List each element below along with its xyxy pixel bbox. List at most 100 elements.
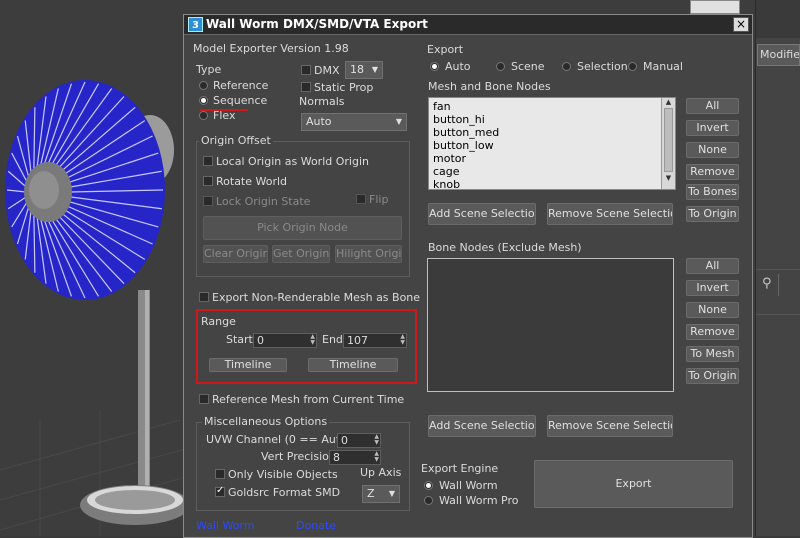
local-origin-label: Local Origin as World Origin bbox=[216, 155, 369, 168]
reference-mesh-checkbox[interactable] bbox=[199, 394, 209, 404]
lock-origin-checkbox[interactable] bbox=[203, 196, 213, 206]
bone-invert-button[interactable]: Invert bbox=[686, 280, 739, 296]
chevron-down-icon: ▼ bbox=[395, 117, 402, 126]
version-label: Model Exporter Version 1.98 bbox=[193, 42, 349, 55]
range-end-label: End bbox=[322, 333, 343, 346]
scroll-up-icon[interactable]: ▲ bbox=[662, 98, 675, 106]
app-icon: 3 bbox=[188, 17, 203, 32]
pin-icon[interactable]: ⚲ bbox=[762, 276, 772, 291]
clear-origin-button[interactable]: Clear Origin bbox=[203, 245, 268, 263]
bone-remove-button[interactable]: Remove bbox=[686, 324, 739, 340]
export-button[interactable]: Export bbox=[534, 460, 733, 508]
close-button[interactable]: × bbox=[733, 17, 749, 32]
mesh-list-item[interactable]: knob bbox=[429, 178, 675, 191]
dmx-label: DMX bbox=[314, 64, 340, 77]
export-selection-label: Selection bbox=[577, 60, 628, 73]
bone-remove-scene-button[interactable]: Remove Scene Selection bbox=[547, 415, 673, 437]
mesh-remove-scene-button[interactable]: Remove Scene Selection bbox=[547, 203, 673, 225]
pick-origin-button[interactable]: Pick Origin Node bbox=[203, 216, 402, 240]
get-origin-button[interactable]: Get Origin bbox=[272, 245, 330, 263]
range-end-spinner[interactable]: 107 ▲ ▼ bbox=[343, 333, 407, 348]
engine-wallworm-pro-label: Wall Worm Pro bbox=[439, 494, 519, 507]
export-mode-label: Export bbox=[427, 43, 464, 56]
mesh-list-item[interactable]: cage bbox=[429, 165, 675, 178]
bone-add-scene-button[interactable]: Add Scene Selection bbox=[428, 415, 536, 437]
mesh-to-bones-button[interactable]: To Bones bbox=[686, 184, 739, 200]
engine-wallworm-radio[interactable] bbox=[424, 481, 433, 490]
mesh-add-scene-button[interactable]: Add Scene Selection bbox=[428, 203, 536, 225]
mesh-list-scrollbar[interactable]: ▲ ▼ bbox=[661, 98, 675, 189]
dmx-version-value: 18 bbox=[350, 63, 364, 76]
range-end-value: 107 bbox=[347, 334, 368, 347]
hilight-origin-button[interactable]: Hilight Origin bbox=[335, 245, 402, 263]
mesh-nodes-list[interactable]: fan button_hi button_med button_low motor cag… bbox=[428, 97, 676, 191]
scroll-thumb[interactable] bbox=[664, 108, 673, 172]
title-bar[interactable]: 3 Wall Worm DMX/SMD/VTA Export × bbox=[184, 15, 752, 35]
bone-to-mesh-button[interactable]: To Mesh bbox=[686, 346, 739, 362]
mesh-list-item[interactable]: fan bbox=[429, 100, 675, 113]
range-start-spinner[interactable]: 0 ▲ ▼ bbox=[253, 333, 317, 348]
mesh-list-item[interactable]: motor bbox=[429, 152, 675, 165]
local-origin-checkbox[interactable] bbox=[203, 156, 213, 166]
up-axis-value: Z bbox=[367, 487, 375, 500]
mesh-list-item[interactable]: button_low bbox=[429, 139, 675, 152]
mesh-list-item[interactable]: button_med bbox=[429, 126, 675, 139]
flip-label: Flip bbox=[369, 193, 389, 206]
up-axis-dropdown[interactable]: Z ▼ bbox=[362, 485, 400, 503]
modifier-tab[interactable]: Modifier bbox=[757, 44, 800, 66]
type-reference-radio[interactable] bbox=[199, 81, 208, 90]
export-nonrender-checkbox[interactable] bbox=[199, 292, 209, 302]
dmx-version-dropdown[interactable]: 18 ▼ bbox=[345, 61, 383, 79]
type-label: Type bbox=[196, 63, 222, 76]
misc-options-label: Miscellaneous Options bbox=[202, 415, 330, 428]
origin-offset-label: Origin Offset bbox=[199, 134, 273, 147]
bone-all-button[interactable]: All bbox=[686, 258, 739, 274]
type-flex-label: Flex bbox=[213, 109, 236, 122]
timeline-end-button[interactable]: Timeline bbox=[308, 358, 398, 372]
mesh-nodes-label: Mesh and Bone Nodes bbox=[428, 80, 551, 93]
goldsrc-checkbox[interactable] bbox=[215, 485, 225, 497]
goldsrc-label: Goldsrc Format SMD bbox=[228, 486, 341, 499]
top-widget[interactable] bbox=[690, 0, 740, 14]
type-reference-label: Reference bbox=[213, 79, 269, 92]
bone-none-button[interactable]: None bbox=[686, 302, 739, 318]
only-visible-checkbox[interactable] bbox=[215, 469, 225, 479]
uvw-channel-value: 0 bbox=[341, 434, 348, 447]
mesh-all-button[interactable]: All bbox=[686, 98, 739, 114]
type-sequence-label: Sequence bbox=[213, 94, 268, 107]
export-scene-radio[interactable] bbox=[496, 62, 505, 71]
normals-value: Auto bbox=[306, 115, 332, 128]
timeline-start-button[interactable]: Timeline bbox=[209, 358, 287, 372]
mesh-remove-button[interactable]: Remove bbox=[686, 164, 739, 180]
range-label: Range bbox=[201, 315, 236, 328]
chevron-down-icon: ▼ bbox=[388, 489, 395, 498]
uvw-channel-spinner[interactable]: 0 ▲ ▼ bbox=[337, 433, 381, 448]
static-prop-checkbox[interactable] bbox=[301, 82, 311, 92]
dmx-checkbox[interactable] bbox=[301, 65, 311, 75]
mesh-none-button[interactable]: None bbox=[686, 142, 739, 158]
normals-label: Normals bbox=[299, 95, 345, 108]
normals-dropdown[interactable]: Auto ▼ bbox=[301, 113, 407, 131]
bone-nodes-list[interactable] bbox=[427, 258, 674, 392]
donate-link[interactable]: Donate bbox=[296, 519, 336, 532]
engine-wallworm-pro-radio[interactable] bbox=[424, 496, 433, 505]
export-auto-radio[interactable] bbox=[430, 62, 439, 71]
rotate-world-label: Rotate World bbox=[216, 175, 288, 188]
flip-checkbox[interactable] bbox=[356, 194, 366, 204]
export-manual-radio[interactable] bbox=[628, 62, 637, 71]
mesh-to-origin-button[interactable]: To Origin bbox=[686, 206, 739, 222]
mesh-list-item[interactable]: button_hi bbox=[429, 113, 675, 126]
export-manual-label: Manual bbox=[643, 60, 683, 73]
type-flex-radio[interactable] bbox=[199, 111, 208, 120]
type-sequence-radio[interactable] bbox=[199, 96, 208, 105]
scroll-down-icon[interactable]: ▼ bbox=[662, 174, 675, 182]
mesh-invert-button[interactable]: Invert bbox=[686, 120, 739, 136]
chevron-down-icon: ▼ bbox=[371, 65, 378, 74]
bone-to-origin-button[interactable]: To Origin bbox=[686, 368, 739, 384]
rotate-world-checkbox[interactable] bbox=[203, 176, 213, 186]
export-scene-label: Scene bbox=[511, 60, 545, 73]
vert-precision-spinner[interactable]: 8 ▲ ▼ bbox=[329, 450, 381, 465]
up-axis-label: Up Axis bbox=[360, 466, 402, 479]
wall-worm-link[interactable]: Wall Worm bbox=[196, 519, 255, 532]
export-selection-radio[interactable] bbox=[562, 62, 571, 71]
